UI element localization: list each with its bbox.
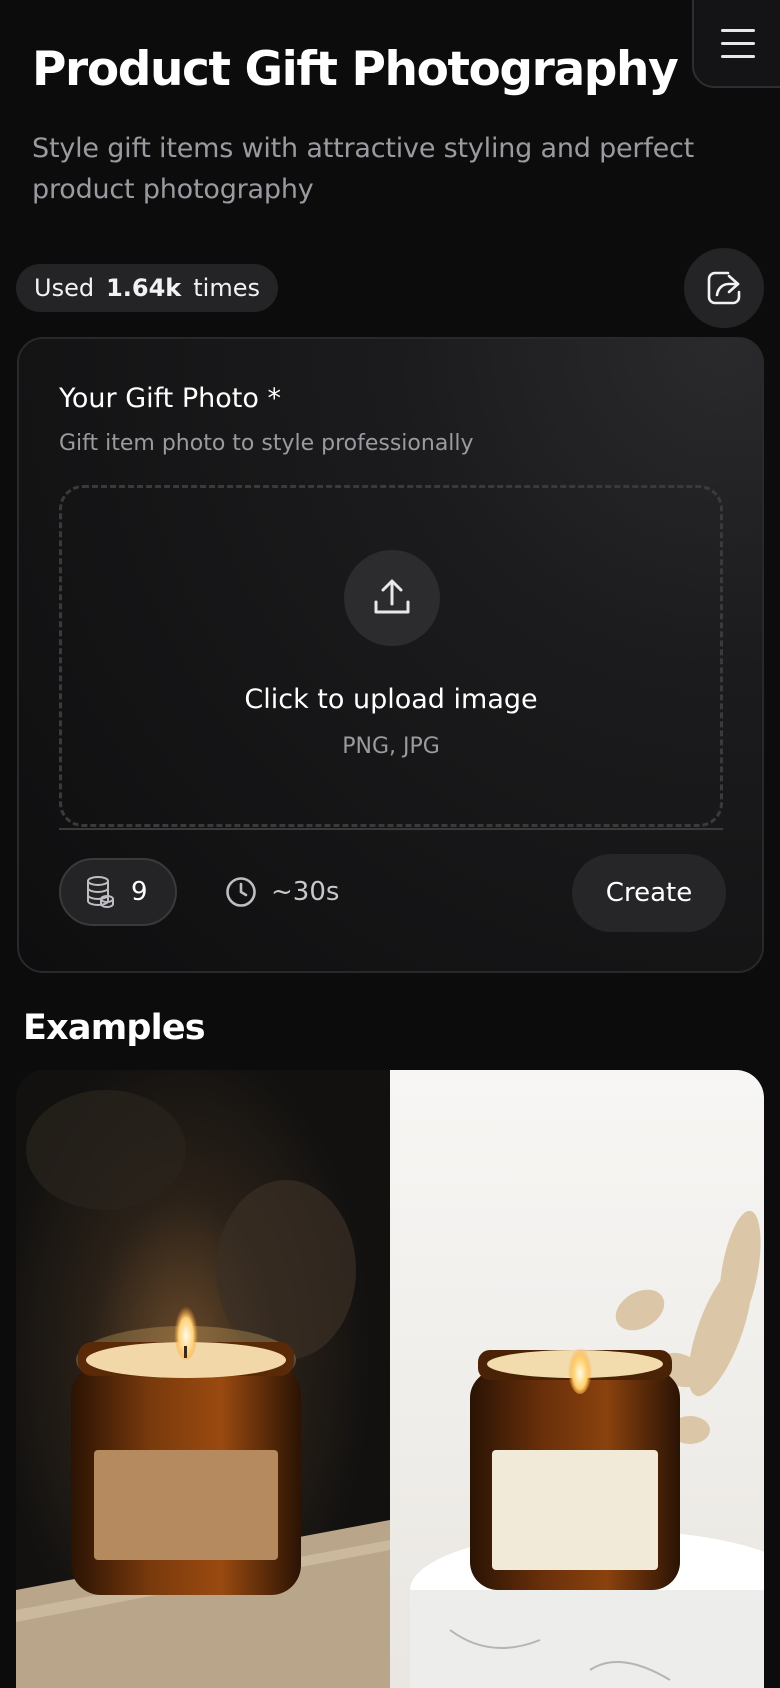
page-subtitle: Style gift items with attractive styling… [32, 133, 695, 205]
upload-title: Click to upload image [244, 684, 538, 715]
duration-estimate: ~30s [225, 858, 339, 926]
page: Product Gift Photography Style gift item… [0, 0, 780, 1688]
example-before-image[interactable] [16, 1070, 390, 1688]
share-icon [707, 271, 741, 305]
page-title: Product Gift Photography [32, 42, 679, 97]
clock-icon [226, 877, 256, 907]
duration-value: ~30s [271, 877, 340, 907]
usage-badge: Used 1.64k times [16, 264, 278, 312]
usage-count: 1.64k [106, 274, 182, 302]
gift-photo-label: Your Gift Photo * [59, 383, 281, 414]
credits-value: 9 [131, 877, 148, 907]
candle-photo-dark [16, 1070, 390, 1688]
generator-card: Your Gift Photo * Gift item photo to sty… [17, 337, 764, 973]
candle-photo-light [390, 1070, 764, 1688]
upload-file-types: PNG, JPG [342, 734, 440, 759]
examples-gallery [16, 1070, 764, 1688]
gift-photo-description: Gift item photo to style professionally [59, 431, 474, 456]
upload-icon [374, 579, 410, 614]
usage-suffix: times [193, 274, 260, 302]
upload-dropzone[interactable]: Click to upload image PNG, JPG [59, 485, 723, 827]
share-button[interactable] [684, 248, 764, 328]
examples-heading: Examples [23, 1008, 206, 1048]
divider [59, 828, 723, 830]
coins-icon [87, 876, 114, 909]
create-button[interactable]: Create [572, 854, 726, 932]
menu-button[interactable] [692, 0, 780, 88]
credits-badge: 9 [59, 858, 177, 926]
usage-prefix: Used [34, 274, 95, 302]
example-after-image[interactable] [390, 1070, 764, 1688]
hamburger-menu-icon [721, 29, 755, 58]
upload-icon-circle [344, 550, 440, 646]
